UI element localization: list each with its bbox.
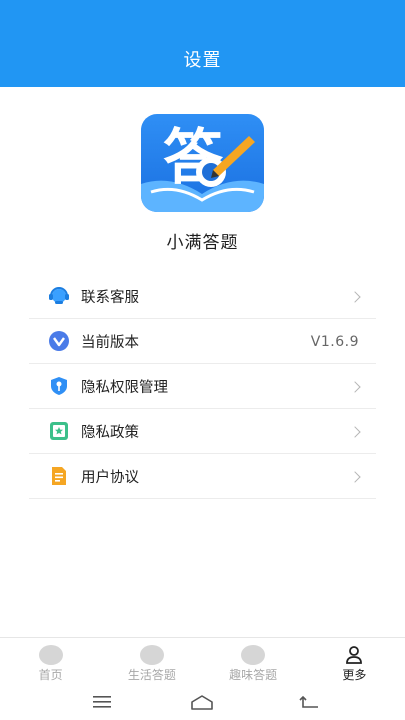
- app-name: 小满答题: [166, 233, 239, 253]
- settings-menu: 联系客服 当前版本 V1.6.9 隐私权限管理 隐私政策 用户协议: [29, 274, 376, 499]
- app-logo: 答: [141, 114, 264, 212]
- system-nav-bar: [0, 684, 405, 720]
- tab-fun-quiz[interactable]: 趣味答题: [203, 638, 304, 684]
- bottom-tab-bar: 首页 生活答题 趣味答题 更多: [0, 637, 405, 684]
- chevron-right-icon: [349, 470, 361, 483]
- menu-item-label: 联系客服: [81, 289, 139, 306]
- menu-item-label: 隐私权限管理: [81, 379, 168, 396]
- bookmark-star-icon: [48, 420, 70, 442]
- version-value: V1.6.9: [310, 333, 359, 350]
- menu-item-label: 当前版本: [81, 334, 139, 351]
- tab-placeholder-icon: [241, 645, 266, 665]
- tab-placeholder-icon: [139, 645, 164, 665]
- tab-placeholder-icon: [38, 645, 63, 665]
- menu-item-user-agreement[interactable]: 用户协议: [29, 454, 376, 499]
- header-bar: 设置: [0, 0, 405, 87]
- tab-label: 更多: [342, 668, 367, 682]
- menu-item-label: 隐私政策: [81, 424, 139, 441]
- chevron-right-icon: [349, 380, 361, 393]
- menu-item-privacy-permissions[interactable]: 隐私权限管理: [29, 364, 376, 409]
- tab-label: 首页: [38, 668, 63, 682]
- menu-item-label: 用户协议: [81, 469, 139, 486]
- tab-label: 生活答题: [127, 668, 176, 682]
- chevron-right-icon: [349, 290, 361, 303]
- menu-icon[interactable]: [90, 692, 114, 712]
- menu-item-privacy-policy[interactable]: 隐私政策: [29, 409, 376, 454]
- shield-key-icon: [48, 375, 70, 397]
- back-icon[interactable]: [297, 692, 321, 712]
- tab-label: 趣味答题: [229, 668, 278, 682]
- menu-item-contact-service[interactable]: 联系客服: [29, 274, 376, 319]
- page-title: 设置: [183, 50, 222, 71]
- tab-more[interactable]: 更多: [304, 638, 405, 684]
- document-icon: [48, 465, 70, 487]
- customer-service-icon: [48, 285, 70, 307]
- version-icon: [48, 330, 70, 352]
- pen-answer-logo-icon: 答: [141, 123, 264, 212]
- tab-life-quiz[interactable]: 生活答题: [101, 638, 202, 684]
- user-icon: [342, 645, 366, 665]
- chevron-right-icon: [349, 425, 361, 438]
- home-icon[interactable]: [190, 692, 214, 712]
- tab-home[interactable]: 首页: [0, 638, 101, 684]
- menu-item-current-version[interactable]: 当前版本 V1.6.9: [29, 319, 376, 364]
